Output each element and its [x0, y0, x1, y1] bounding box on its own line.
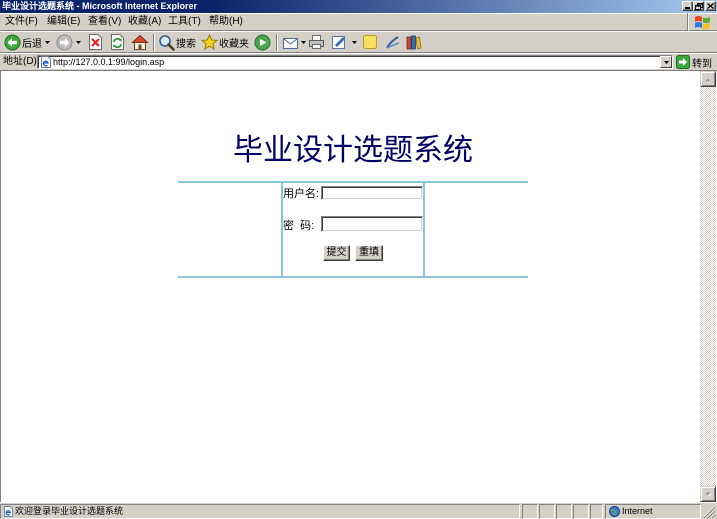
dropdown-arrow-icon [76, 40, 81, 44]
menu-view[interactable]: 查看(V) [88, 14, 121, 30]
research-icon [406, 35, 422, 50]
status-bar: 欢迎登录毕业设计选题系统 Internet [0, 502, 717, 519]
address-url[interactable]: http://127.0.0.1:99/login.asp [53, 56, 164, 68]
forward-icon [56, 34, 73, 50]
submit-button[interactable]: 提交 [323, 245, 350, 261]
status-security-pane [556, 504, 572, 519]
toolbar-separator [276, 34, 278, 51]
arrow-down-icon [705, 492, 712, 496]
status-text-pane: 欢迎登录毕业设计选题系统 [0, 504, 520, 519]
refresh-button[interactable] [110, 32, 125, 52]
home-button[interactable] [131, 32, 149, 52]
edit-button[interactable] [331, 32, 348, 52]
status-extra-pane [590, 504, 603, 519]
status-message: 欢迎登录毕业设计选题系统 [15, 506, 124, 516]
home-icon [131, 34, 149, 50]
address-label: 地址(D) [3, 56, 37, 67]
password-input[interactable] [321, 216, 423, 232]
security-zone-pane[interactable]: Internet [605, 504, 701, 519]
print-icon [309, 35, 324, 49]
media-button[interactable] [254, 32, 271, 52]
status-offline-pane [539, 504, 555, 519]
menu-help[interactable]: 帮助(H) [209, 14, 243, 30]
research-button[interactable] [405, 32, 422, 52]
forward-button[interactable] [56, 32, 73, 52]
restore-button[interactable] [693, 1, 704, 11]
scroll-down-button[interactable] [700, 486, 716, 502]
windows-logo-icon [694, 16, 710, 30]
dropdown-arrow-icon [352, 40, 357, 44]
close-button[interactable] [705, 1, 716, 11]
address-input[interactable]: http://127.0.0.1:99/login.asp [37, 55, 673, 69]
ie-page-icon [41, 56, 51, 68]
menu-tools[interactable]: 工具(T) [168, 14, 201, 30]
standard-buttons-toolbar: 后退 搜索 收藏夹 [0, 31, 717, 53]
toolbar-separator [153, 34, 155, 51]
messenger-button[interactable] [384, 32, 401, 52]
title-bar[interactable]: 毕业设计选题系统 - Microsoft Internet Explorer [0, 0, 717, 13]
dropdown-arrow-icon [45, 40, 50, 44]
search-button[interactable]: 搜索 [158, 32, 196, 52]
form-bottom-rule [178, 276, 528, 278]
refresh-icon [111, 34, 124, 50]
mail-button[interactable] [282, 32, 299, 52]
back-icon [4, 34, 21, 50]
dropdown-arrow-icon [663, 60, 669, 64]
menu-bar: 文件(F) 编辑(E) 查看(V) 收藏(A) 工具(T) 帮助(H) [0, 13, 717, 31]
search-button-label: 搜索 [176, 38, 196, 50]
print-button[interactable] [308, 32, 325, 52]
page-viewport: 毕业设计选题系统 用户名: 密 码: 提交 重填 [0, 70, 717, 502]
go-button-label: 转到 [692, 58, 712, 70]
close-icon [707, 3, 714, 9]
go-arrow-icon [676, 55, 690, 69]
forward-history-dropdown[interactable] [75, 32, 82, 52]
messenger-icon [386, 35, 400, 49]
address-bar: 地址(D) http://127.0.0.1:99/login.asp 转到 [0, 53, 717, 70]
status-privacy-pane [573, 504, 589, 519]
arrow-up-icon [705, 78, 712, 82]
minimize-button[interactable] [682, 1, 693, 11]
vertical-scrollbar[interactable] [700, 71, 716, 502]
discuss-button[interactable] [362, 32, 378, 52]
status-progress-pane [522, 504, 538, 519]
scroll-up-button[interactable] [700, 71, 716, 87]
search-icon [159, 34, 175, 51]
favorites-button-label: 收藏夹 [219, 38, 249, 50]
page-title: 毕业设计选题系统 [233, 133, 473, 168]
favorites-icon [201, 33, 218, 50]
media-icon [254, 34, 271, 50]
security-zone-label: Internet [622, 506, 653, 516]
stop-button[interactable] [88, 32, 103, 52]
reset-button[interactable]: 重填 [355, 245, 383, 261]
go-button[interactable]: 转到 [676, 54, 712, 70]
mail-dropdown[interactable] [300, 32, 307, 52]
menu-favorites[interactable]: 收藏(A) [128, 14, 161, 30]
stop-icon [89, 34, 102, 50]
username-input[interactable] [321, 186, 423, 200]
address-history-dropdown[interactable] [660, 56, 672, 68]
back-history-dropdown[interactable] [44, 32, 51, 52]
resize-grip-icon[interactable] [703, 506, 715, 518]
edit-icon [332, 36, 345, 49]
favorites-button[interactable]: 收藏夹 [201, 32, 249, 52]
windows-logo-throbber [687, 13, 717, 31]
back-button[interactable]: 后退 [4, 32, 42, 52]
mail-icon [283, 37, 298, 49]
minimize-icon [685, 7, 690, 9]
restore-icon [694, 2, 703, 10]
window-title: 毕业设计选题系统 - Microsoft Internet Explorer [2, 1, 198, 11]
ie-page-icon [3, 506, 14, 517]
dropdown-arrow-icon [301, 40, 306, 44]
username-label: 用户名: [283, 188, 320, 200]
discuss-icon [363, 35, 377, 49]
internet-globe-icon [609, 506, 620, 517]
menu-edit[interactable]: 编辑(E) [47, 14, 80, 30]
menu-file[interactable]: 文件(F) [5, 14, 38, 30]
edit-dropdown[interactable] [351, 32, 358, 52]
password-label: 密 码: [283, 220, 315, 232]
back-button-label: 后退 [22, 38, 42, 50]
